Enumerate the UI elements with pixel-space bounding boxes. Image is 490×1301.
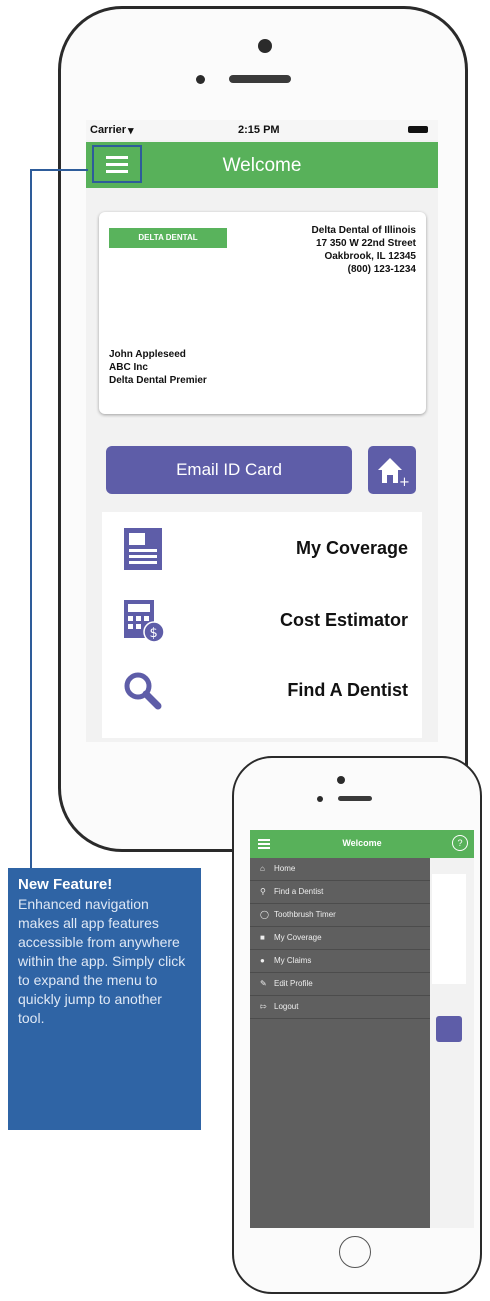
time-label: 2:15 PM — [238, 124, 280, 136]
navigation-drawer: ⌂ Home ⚲ Find a Dentist ◯ Toothbrush Timer … — [250, 858, 430, 1228]
member-info: John Appleseed ABC Inc Delta Dental Prem… — [109, 349, 207, 386]
coverage-icon: ■ — [260, 933, 265, 942]
document-icon — [124, 528, 162, 570]
speaker-grille — [338, 796, 372, 801]
callout-heading: New Feature! — [18, 876, 113, 893]
header-title: Welcome — [222, 155, 302, 176]
drawer-item-home[interactable]: ⌂ Home — [250, 858, 430, 881]
callout-body: Enhanced navigation makes all app featur… — [18, 896, 186, 1026]
insurer-address: Delta Dental of Illinois 17 350 W 22nd S… — [311, 225, 416, 275]
drawer-item-find-dentist[interactable]: ⚲ Find a Dentist — [250, 881, 430, 904]
camera-icon — [337, 776, 345, 784]
sensor-dot — [196, 75, 205, 84]
svg-text:$: $ — [150, 626, 158, 641]
home-button-peek — [436, 1016, 462, 1042]
carrier-label: Carrier — [90, 124, 127, 136]
app-header-small: Welcome ? — [250, 830, 474, 858]
logout-icon: ⇰ — [260, 1002, 267, 1011]
calculator-icon: $ — [124, 600, 165, 643]
delta-dental-logo: DELTA DENTAL — [109, 228, 227, 248]
claims-icon: ● — [260, 956, 265, 965]
drawer-item-toothbrush-timer[interactable]: ◯ Toothbrush Timer — [250, 904, 430, 927]
camera-icon — [258, 39, 272, 53]
magnifier-icon — [124, 672, 162, 710]
wifi-icon: ▾ — [128, 125, 134, 137]
id-card-peek — [432, 874, 466, 984]
add-to-home-button[interactable]: + — [368, 446, 416, 494]
drawer-item-my-claims[interactable]: ● My Claims — [250, 950, 430, 973]
home-icon: ⌂ — [260, 864, 265, 873]
header-title-small: Welcome — [342, 838, 382, 848]
drawer-item-logout[interactable]: ⇰ Logout — [250, 996, 430, 1019]
edit-icon: ✎ — [260, 979, 267, 988]
email-id-card-button[interactable]: Email ID Card — [106, 446, 352, 494]
sensor-dot — [317, 796, 323, 802]
app-screen-small: Welcome ? ⌂ Home ⚲ Find a Dentist ◯ Toothbr… — [250, 830, 474, 1228]
home-hardware-button[interactable] — [339, 1236, 371, 1268]
id-card: DELTA DENTAL Delta Dental of Illinois 17… — [99, 212, 426, 414]
home-menu: My Coverage $ Cost Estimator Find A Dent… — [102, 512, 422, 738]
speaker-grille — [229, 75, 291, 83]
app-header: Welcome — [86, 142, 438, 188]
callout-connector — [30, 169, 32, 879]
battery-icon — [408, 126, 428, 133]
app-screen-large: Carrier ▾ 2:15 PM Welcome DELTA DENTAL D… — [86, 120, 438, 742]
search-icon: ⚲ — [260, 887, 266, 896]
menu-item-find-a-dentist[interactable]: Find A Dentist — [102, 656, 422, 726]
drawer-item-my-coverage[interactable]: ■ My Coverage — [250, 927, 430, 950]
home-plus-icon: + — [378, 458, 410, 490]
svg-text:+: + — [399, 475, 410, 490]
callout-connector-horizontal — [30, 169, 88, 171]
menu-item-my-coverage[interactable]: My Coverage — [102, 514, 422, 584]
status-bar: Carrier ▾ 2:15 PM — [86, 120, 438, 140]
timer-icon: ◯ — [260, 910, 269, 919]
menu-item-cost-estimator[interactable]: $ Cost Estimator — [102, 586, 422, 656]
help-icon[interactable]: ? — [452, 835, 468, 851]
drawer-item-edit-profile[interactable]: ✎ Edit Profile — [250, 973, 430, 996]
new-feature-callout: New Feature! Enhanced navigation makes a… — [8, 868, 201, 1130]
